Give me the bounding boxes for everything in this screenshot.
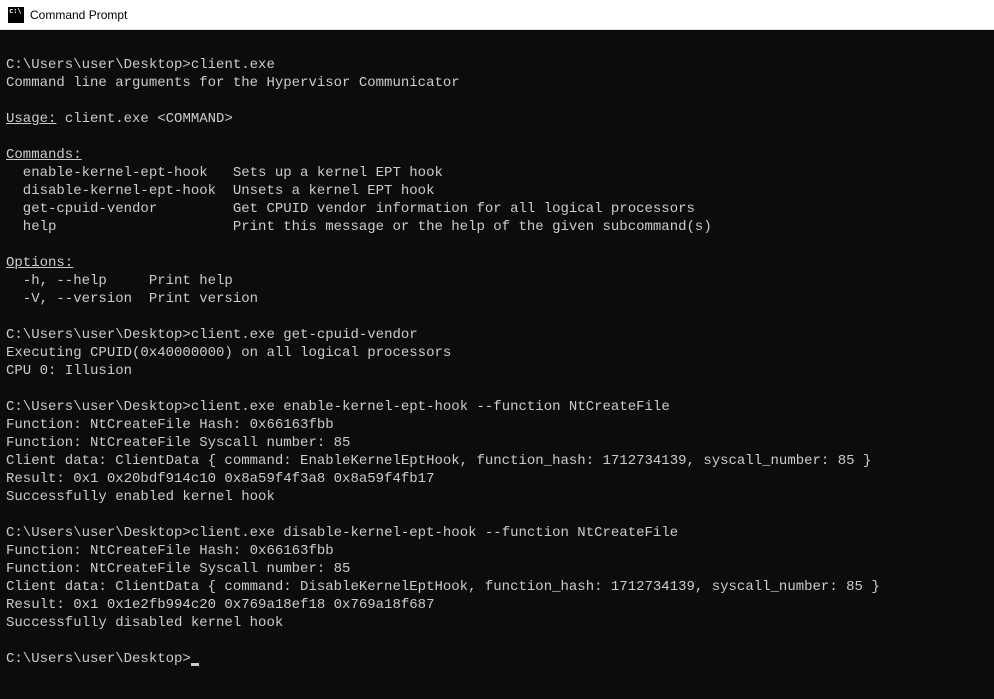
prompt: C:\Users\user\Desktop> (6, 399, 191, 415)
cmd2: client.exe get-cpuid-vendor (191, 327, 418, 343)
command-help-line: disable-kernel-ept-hook Unsets a kernel … (6, 183, 434, 199)
out-line: Function: NtCreateFile Hash: 0x66163fbb (6, 543, 334, 559)
usage-text: client.exe <COMMAND> (56, 111, 232, 127)
options-label: Options: (6, 255, 73, 271)
out-line: Command line arguments for the Hyperviso… (6, 75, 460, 91)
out-line: Result: 0x1 0x20bdf914c10 0x8a59f4f3a8 0… (6, 471, 434, 487)
window-title: Command Prompt (30, 8, 127, 22)
cmd4: client.exe disable-kernel-ept-hook --fun… (191, 525, 678, 541)
cmd3: client.exe enable-kernel-ept-hook --func… (191, 399, 670, 415)
out-line: Result: 0x1 0x1e2fb994c20 0x769a18ef18 0… (6, 597, 434, 613)
out-line: Successfully disabled kernel hook (6, 615, 283, 631)
out-line: Executing CPUID(0x40000000) on all logic… (6, 345, 451, 361)
commands-label: Commands: (6, 147, 82, 163)
prompt: C:\Users\user\Desktop> (6, 57, 191, 73)
cursor (191, 663, 199, 666)
command-help-line: enable-kernel-ept-hook Sets up a kernel … (6, 165, 443, 181)
out-line: Function: NtCreateFile Syscall number: 8… (6, 561, 350, 577)
out-line: Client data: ClientData { command: Enabl… (6, 453, 871, 469)
out-line: Successfully enabled kernel hook (6, 489, 275, 505)
cmd-icon (8, 7, 24, 23)
cmd1: client.exe (191, 57, 275, 73)
prompt: C:\Users\user\Desktop> (6, 651, 191, 667)
terminal-output[interactable]: C:\Users\user\Desktop>client.exe Command… (0, 30, 994, 699)
out-line: Function: NtCreateFile Syscall number: 8… (6, 435, 350, 451)
option-help-line: -h, --help Print help (6, 273, 233, 289)
out-line: CPU 0: Illusion (6, 363, 132, 379)
usage-label: Usage: (6, 111, 56, 127)
out-line: Client data: ClientData { command: Disab… (6, 579, 880, 595)
prompt: C:\Users\user\Desktop> (6, 327, 191, 343)
command-help-line: get-cpuid-vendor Get CPUID vendor inform… (6, 201, 695, 217)
prompt: C:\Users\user\Desktop> (6, 525, 191, 541)
command-help-line: help Print this message or the help of t… (6, 219, 712, 235)
option-help-line: -V, --version Print version (6, 291, 258, 307)
titlebar[interactable]: Command Prompt (0, 0, 994, 30)
out-line: Function: NtCreateFile Hash: 0x66163fbb (6, 417, 334, 433)
